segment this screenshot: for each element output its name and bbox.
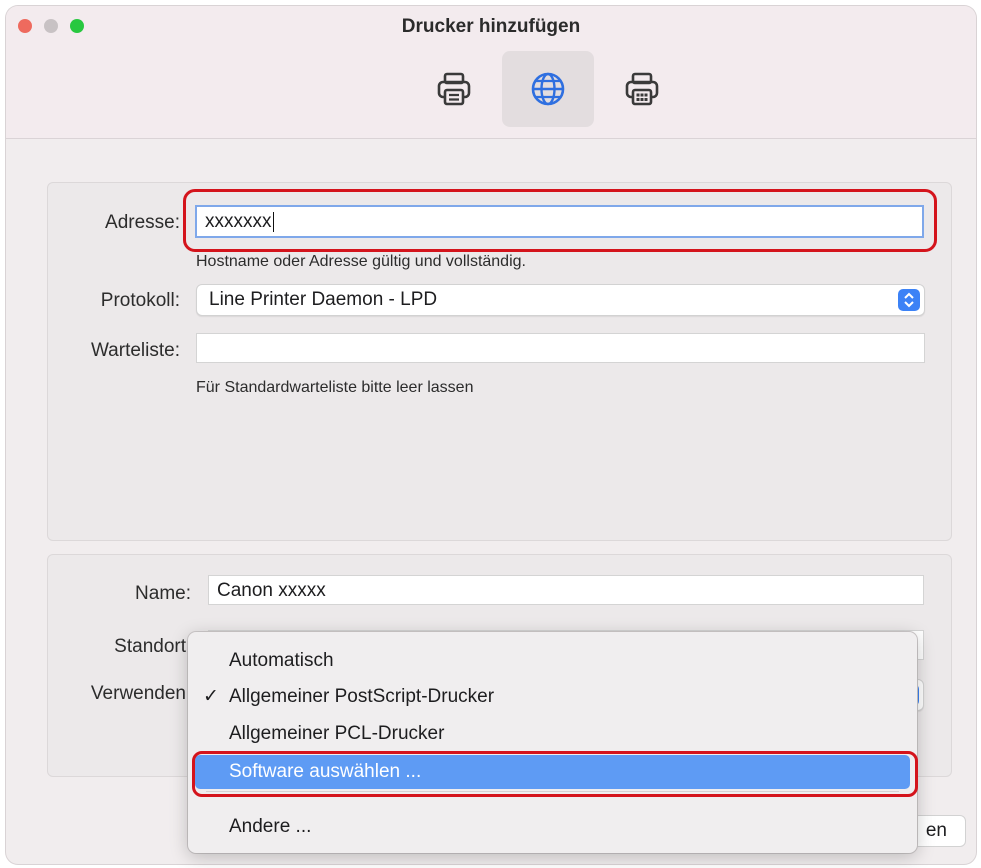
name-label: Name: — [135, 583, 191, 604]
menu-item-automatic[interactable]: Automatisch — [188, 644, 917, 678]
protocol-value: Line Printer Daemon - LPD — [209, 289, 438, 310]
driver-dropdown-menu: Automatisch ✓ Allgemeiner PostScript-Dru… — [188, 632, 917, 853]
queue-label: Warteliste: — [90, 340, 180, 361]
select-software-annotation-outline — [192, 751, 918, 797]
protocol-label: Protokoll: — [100, 290, 180, 311]
printer-server-icon — [625, 72, 659, 106]
protocol-stepper-icon — [898, 289, 920, 311]
checkmark-icon: ✓ — [203, 686, 219, 707]
title-bar: Drucker hinzufügen — [6, 6, 976, 139]
location-label: Standort — [114, 636, 186, 657]
queue-hint: Für Standardwarteliste bitte leer lassen — [196, 379, 474, 396]
address-label: Adresse: — [105, 212, 180, 233]
address-annotation-outline — [183, 189, 937, 252]
use-driver-label: Verwenden — [90, 683, 186, 704]
window-title: Drucker hinzufügen — [401, 16, 581, 37]
printer-icon — [437, 72, 471, 106]
toolbar-default-printer-button[interactable] — [408, 51, 500, 127]
protocol-select[interactable]: Line Printer Daemon - LPD — [196, 284, 925, 316]
toolbar-ip-printer-button[interactable] — [502, 51, 594, 127]
menu-item-generic-pcl[interactable]: Allgemeiner PCL-Drucker — [188, 717, 917, 751]
name-input[interactable]: Canon xxxxx — [208, 575, 924, 605]
menu-item-generic-postscript[interactable]: ✓ Allgemeiner PostScript-Drucker — [188, 680, 917, 714]
queue-input[interactable] — [196, 333, 925, 363]
toolbar-windows-printer-button[interactable] — [596, 51, 688, 127]
menu-item-other[interactable]: Andere ... — [188, 810, 917, 844]
globe-icon — [531, 72, 565, 106]
address-hint: Hostname oder Adresse gültig und vollstä… — [196, 253, 526, 270]
